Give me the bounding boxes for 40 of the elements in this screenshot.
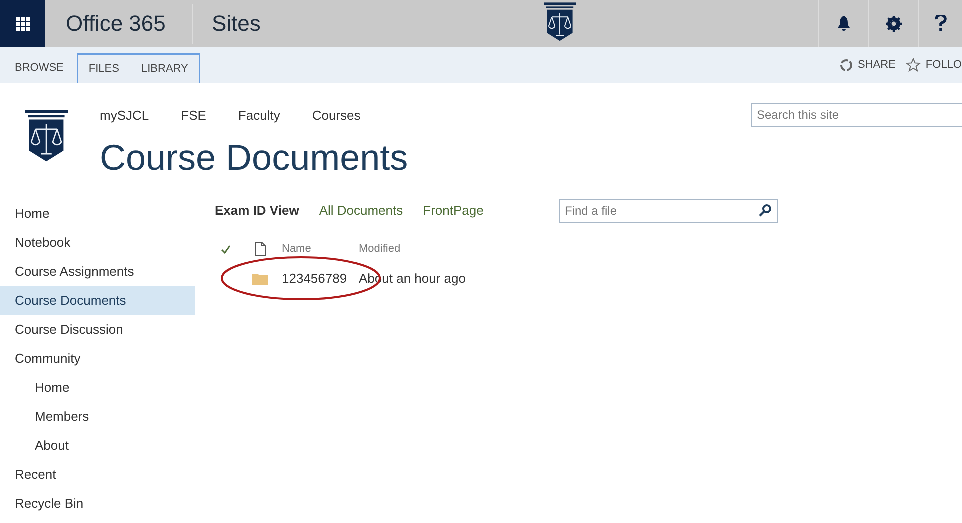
top-nav-link[interactable]: FSE bbox=[181, 106, 206, 126]
ribbon-tab[interactable]: LIBRARY bbox=[130, 53, 200, 83]
check-icon bbox=[221, 244, 231, 254]
page-title: Course Documents bbox=[100, 138, 408, 178]
nav-link[interactable]: About bbox=[0, 431, 195, 460]
brand-name[interactable]: Office 365 bbox=[66, 7, 192, 40]
search-field[interactable]: Search this site bbox=[751, 103, 962, 127]
column-header[interactable]: Modified bbox=[359, 240, 401, 258]
folder-icon bbox=[252, 272, 268, 284]
document-icon bbox=[255, 242, 266, 256]
nav-link[interactable]: Course Discussion bbox=[0, 315, 195, 344]
nav-link[interactable]: Course Documents bbox=[0, 286, 195, 315]
nav-link[interactable]: Notebook bbox=[0, 228, 195, 257]
help-icon bbox=[934, 15, 946, 32]
bell-icon bbox=[836, 16, 850, 32]
nav-link[interactable]: Home bbox=[0, 199, 195, 228]
app-name[interactable]: Sites bbox=[212, 7, 261, 40]
nav-link[interactable]: Recent bbox=[0, 460, 195, 489]
share-icon bbox=[840, 58, 854, 72]
settings-icon bbox=[886, 16, 902, 32]
top-nav-link[interactable]: mySJCL bbox=[100, 106, 150, 126]
nav-link[interactable]: Home bbox=[0, 373, 195, 402]
top-nav-link[interactable]: Faculty bbox=[238, 106, 280, 126]
nav-link[interactable]: Community bbox=[0, 344, 195, 373]
star-icon bbox=[906, 58, 921, 72]
nav-link[interactable]: Recycle Bin bbox=[0, 489, 195, 518]
ribbon-tab[interactable]: FILES bbox=[76, 53, 130, 83]
column-header[interactable]: Name bbox=[282, 240, 359, 258]
view-link[interactable]: Exam ID View bbox=[215, 201, 300, 221]
nav-link[interactable]: Course Assignments bbox=[0, 257, 195, 286]
top-nav-link[interactable]: Courses bbox=[312, 106, 361, 126]
find-file-field[interactable]: Find a file bbox=[559, 199, 778, 223]
search-icon[interactable] bbox=[759, 204, 772, 217]
share-button[interactable]: SHARE bbox=[840, 56, 896, 74]
view-link[interactable]: FrontPage bbox=[423, 201, 484, 221]
grid-icon bbox=[16, 16, 30, 30]
view-link[interactable]: All Documents bbox=[319, 201, 404, 221]
nav-link[interactable]: Members bbox=[0, 402, 195, 431]
follow-button[interactable]: FOLLO bbox=[906, 56, 962, 74]
app-launcher[interactable] bbox=[0, 0, 45, 47]
